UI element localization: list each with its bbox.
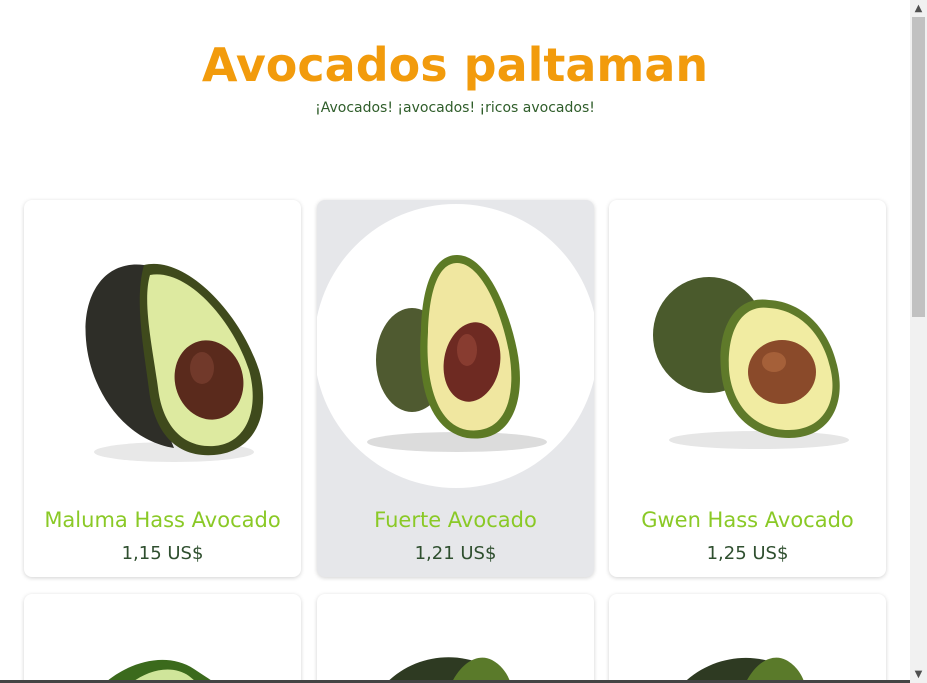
product-price: 1,15 US$ [121,543,204,564]
product-card[interactable] [317,594,594,683]
vertical-scrollbar[interactable]: ▲ ▼ [910,0,927,683]
product-name[interactable]: Fuerte Avocado [317,508,594,532]
product-price: 1,25 US$ [706,543,789,564]
product-card-maluma-hass[interactable]: Maluma Hass Avocado 1,15 US$ [24,200,301,577]
product-card-fuerte[interactable]: Fuerte Avocado 1,21 US$ [317,200,594,577]
avocado-image [104,659,215,683]
avocado-image [653,277,849,449]
avocado-image [683,657,805,683]
scroll-up-icon[interactable]: ▲ [910,0,927,17]
product-price: 1,21 US$ [414,543,497,564]
product-name[interactable]: Maluma Hass Avocado [24,508,301,532]
avocado-image [367,255,547,452]
scrollbar-thumb[interactable] [912,17,925,317]
product-card-gwen-hass[interactable]: Gwen Hass Avocado 1,25 US$ [609,200,886,577]
page-viewport: Avocados paltaman ¡Avocados! ¡avocados! … [0,0,910,683]
page-subtitle: ¡Avocados! ¡avocados! ¡ricos avocados! [315,100,595,116]
product-card[interactable] [24,594,301,683]
product-card[interactable] [609,594,886,683]
page-title: Avocados paltaman [201,38,709,92]
avocado-image [85,263,264,462]
scroll-down-icon[interactable]: ▼ [910,666,927,683]
avocado-image [386,657,511,683]
product-name[interactable]: Gwen Hass Avocado [609,508,886,532]
